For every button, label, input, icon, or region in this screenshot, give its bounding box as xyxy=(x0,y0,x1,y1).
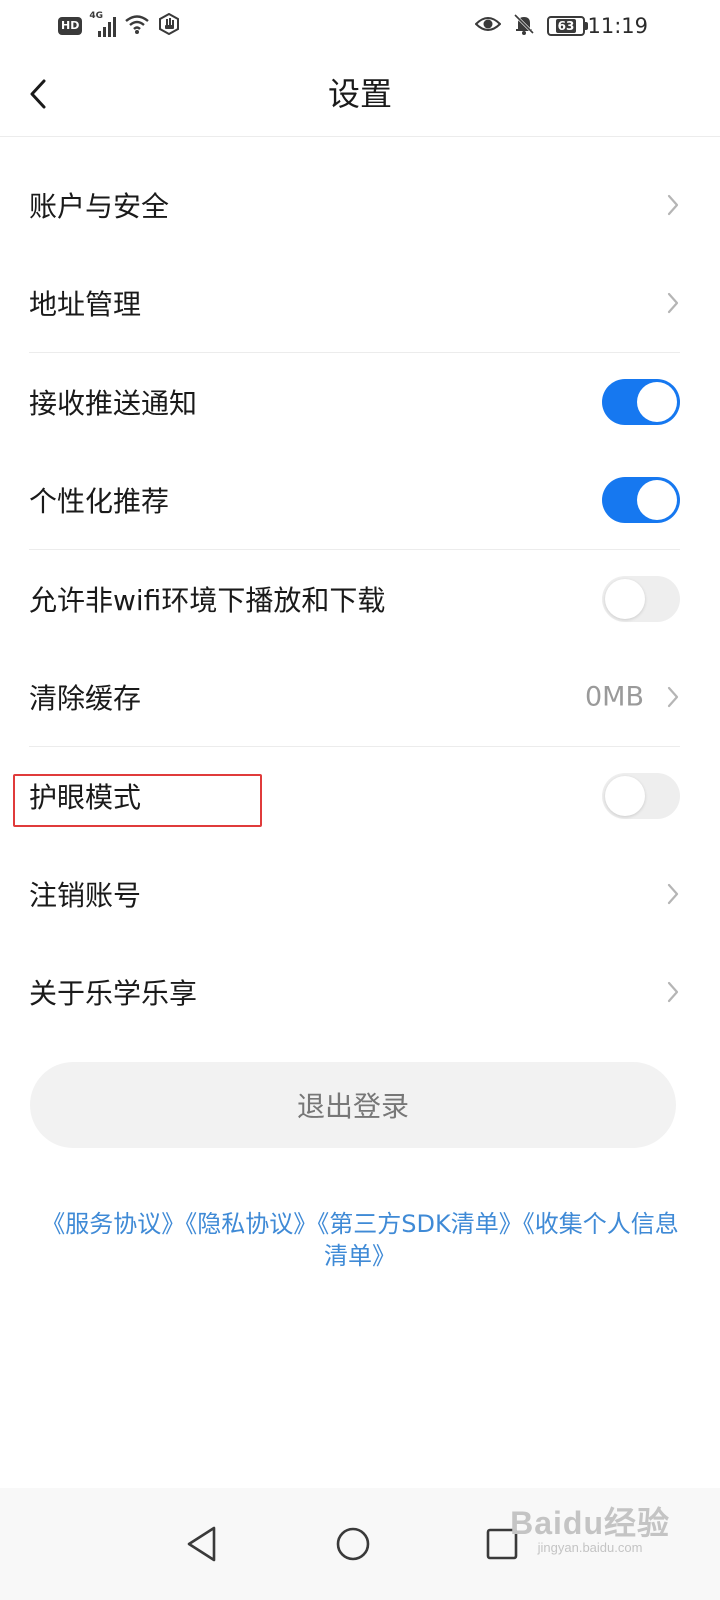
eye-protection-toggle[interactable] xyxy=(602,773,680,819)
row-label: 关于乐学乐享 xyxy=(29,977,198,1010)
third-party-sdk-link[interactable]: 《第三方SDK清单》 xyxy=(317,1210,522,1238)
status-right-icons: 63 xyxy=(474,13,588,39)
row-label: 个性化推荐 xyxy=(29,485,170,518)
row-label: 账户与安全 xyxy=(29,190,170,223)
settings-row-account-security[interactable]: 账户与安全 xyxy=(0,156,720,254)
settings-row-address-management[interactable]: 地址管理 xyxy=(0,254,720,352)
home-circle-icon xyxy=(336,1527,370,1561)
settings-list: 账户与安全 地址管理 接收推送通知 个性化推荐 允许非wifi环境下播放和下载 … xyxy=(0,136,720,1041)
row-label: 清除缓存 xyxy=(29,682,142,715)
settings-row-about[interactable]: 关于乐学乐享 xyxy=(0,943,720,1041)
chevron-right-icon xyxy=(667,686,679,708)
settings-row-eye-protection: 护眼模式 xyxy=(0,747,720,845)
wifi-icon xyxy=(124,13,150,39)
settings-row-clear-cache[interactable]: 清除缓存 0MB xyxy=(0,648,720,746)
status-time: 11:19 xyxy=(587,14,648,38)
battery-level: 63 xyxy=(555,19,577,33)
nav-back-button[interactable] xyxy=(174,1516,230,1572)
toggle-knob xyxy=(605,579,645,619)
status-left-icons: HD 4G xyxy=(58,11,180,39)
settings-row-cancel-account[interactable]: 注销账号 xyxy=(0,845,720,943)
cache-size-value: 0MB xyxy=(585,681,644,713)
row-label: 接收推送通知 xyxy=(29,387,198,420)
toggle-knob xyxy=(637,382,677,422)
page-title: 设置 xyxy=(327,75,392,113)
row-label: 地址管理 xyxy=(29,288,142,321)
battery-icon: 63 xyxy=(547,16,588,36)
logout-button[interactable]: 退出登录 xyxy=(30,1062,676,1148)
signal-icon: 4G xyxy=(89,11,117,37)
non-wifi-download-toggle[interactable] xyxy=(602,576,680,622)
hd-icon: HD xyxy=(58,17,83,35)
toggle-knob xyxy=(605,776,645,816)
chevron-right-icon xyxy=(667,981,679,1003)
chevron-right-icon xyxy=(667,883,679,905)
hand-icon xyxy=(158,12,180,39)
nav-home-button[interactable] xyxy=(325,1516,381,1572)
chevron-right-icon xyxy=(667,292,679,314)
settings-row-personalized-recommendation: 个性化推荐 xyxy=(0,451,720,549)
privacy-agreement-link[interactable]: 《隐私协议》 xyxy=(185,1210,317,1238)
row-label: 允许非wifi环境下播放和下载 xyxy=(29,584,386,617)
eye-icon xyxy=(474,14,502,38)
watermark-logo: Baidu经验 xyxy=(510,1505,670,1541)
network-type-label: 4G xyxy=(89,11,103,21)
personalized-recommendation-toggle[interactable] xyxy=(602,477,680,523)
toggle-knob xyxy=(637,480,677,520)
bell-off-icon xyxy=(513,13,535,39)
push-notifications-toggle[interactable] xyxy=(602,379,680,425)
status-bar: HD 4G 63 11:19 xyxy=(0,0,720,52)
watermark: Baidu经验 jingyan.baidu.com xyxy=(510,1498,670,1555)
settings-row-push-notifications: 接收推送通知 xyxy=(0,353,720,451)
settings-row-non-wifi-download: 允许非wifi环境下播放和下载 xyxy=(0,550,720,648)
row-label: 护眼模式 xyxy=(29,781,142,814)
back-triangle-icon xyxy=(187,1526,216,1562)
row-label: 注销账号 xyxy=(29,879,142,912)
service-agreement-link[interactable]: 《服务协议》 xyxy=(41,1210,185,1238)
chevron-right-icon xyxy=(667,194,679,216)
app-header: 设置 xyxy=(0,52,720,137)
legal-links: 《服务协议》《隐私协议》《第三方SDK清单》《收集个人信息清单》 xyxy=(36,1208,684,1272)
